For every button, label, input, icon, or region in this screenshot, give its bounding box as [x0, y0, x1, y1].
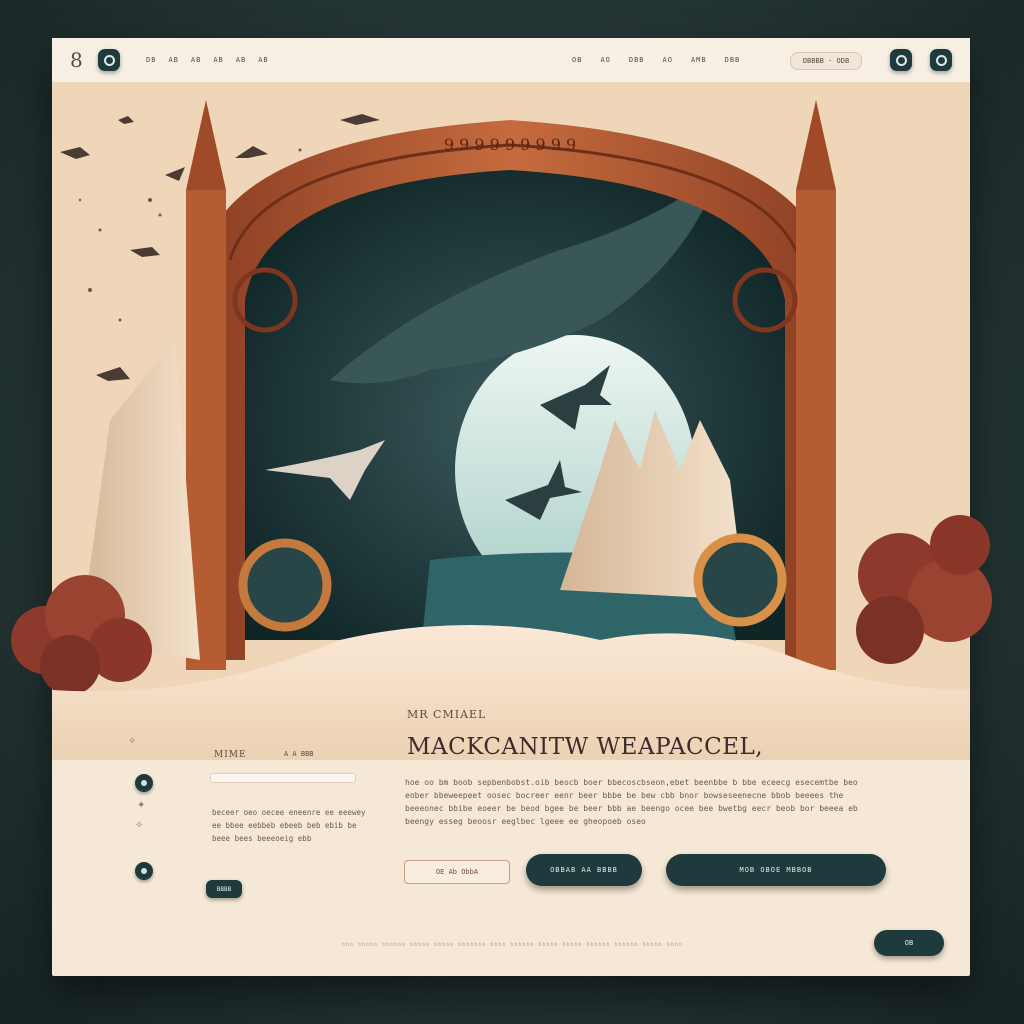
sparkle-icon: ✧	[135, 820, 144, 831]
page-card: 8 DB AB AB AB AB AB OB AO DBB AO AMB DBB…	[11, 38, 992, 976]
hero-illustration: 9 9 9 9 9 9 9 9 9	[11, 82, 992, 760]
small-button[interactable]: BBBB	[206, 880, 242, 898]
footer-text: bbb bbbbb bbbbbb bbbbb bbbbb bbbbbbb bbb…	[342, 942, 683, 948]
right-porthole	[693, 533, 787, 627]
arch-ornament: 9 9 9 9 9 9 9 9 9	[444, 135, 576, 154]
outline-button[interactable]: OE Ab ObbA	[404, 860, 510, 884]
sparkle-icon: ✦	[137, 800, 146, 811]
sparkle-icon: ✧	[128, 736, 137, 747]
kicker: MR CMIAEL	[407, 708, 487, 721]
primary-button[interactable]: OBBAB AA BBBB	[526, 854, 642, 886]
circle-icon[interactable]	[135, 862, 153, 880]
content-section: ✧ MIME A A BBB ✦ ✧ beceer oeo oecee enee…	[52, 688, 970, 976]
left-porthole	[238, 538, 332, 632]
right-tower	[796, 190, 836, 670]
secondary-button[interactable]: MOB OBOE MBBOB	[666, 854, 886, 886]
sidebar-nav[interactable]: A A BBB	[284, 750, 314, 758]
circle-icon[interactable]	[135, 774, 153, 792]
page-title: MACKCANITW WEAPACCEL,	[407, 734, 764, 760]
hero-artwork: 9 9 9 9 9 9 9 9 9	[11, 82, 992, 760]
sidebar-input[interactable]	[210, 773, 356, 783]
sidebar-label: MIME	[214, 750, 247, 760]
corner-button[interactable]: OB	[874, 930, 944, 956]
body-paragraph: hoe oo bm boob sepbenbobst.oib beocb boe…	[405, 778, 858, 826]
sidebar-paragraph: beceer oeo oecee eneenre ee eeewey ee bb…	[212, 808, 366, 843]
